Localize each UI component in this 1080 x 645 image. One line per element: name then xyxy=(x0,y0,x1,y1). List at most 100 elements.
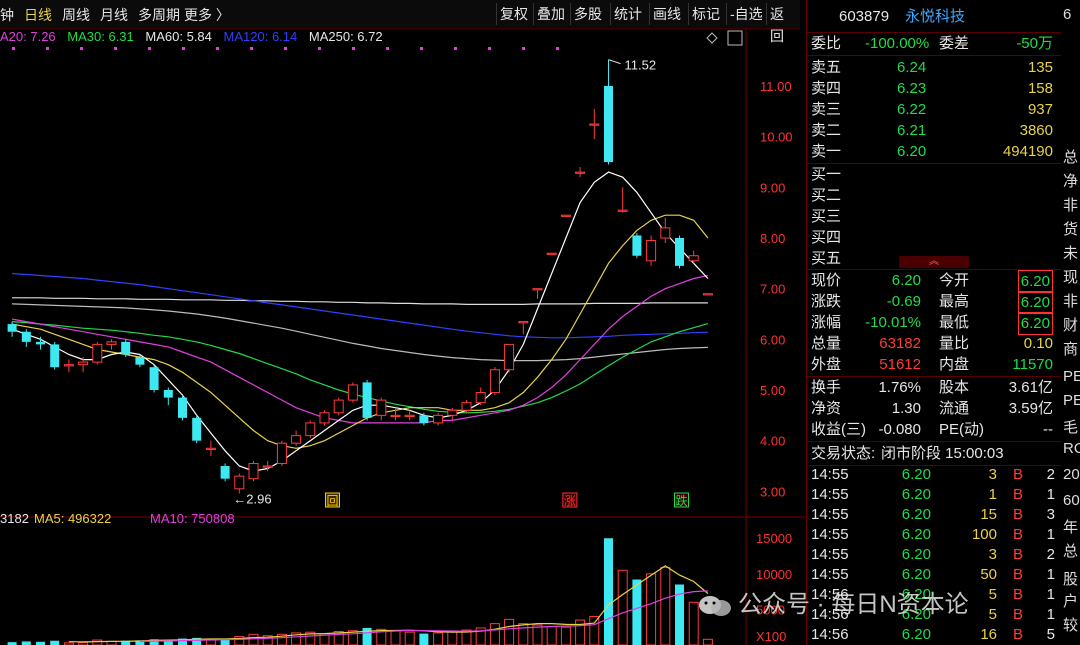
ask-row: 卖四 6.23 158 xyxy=(807,78,1061,99)
candle-body xyxy=(390,414,401,418)
volume-bar xyxy=(419,633,429,645)
ask-price[interactable]: 6.23 xyxy=(897,78,926,99)
ask-row: 卖二 6.21 3860 xyxy=(807,120,1061,141)
ask-price[interactable]: 6.21 xyxy=(897,120,926,141)
tick-price: 6.20 xyxy=(901,466,931,483)
high-marker-line xyxy=(608,59,621,65)
trade-status-label: 交易状态: xyxy=(811,445,876,462)
more-menu[interactable]: 更多 〉 xyxy=(184,5,230,25)
quote-label: 内盘 xyxy=(939,356,970,373)
stock-header: 603879 永悦科技 xyxy=(807,6,1061,27)
far-right-label: 货 xyxy=(1063,221,1079,238)
fundamental-row: 收益(三) -0.080 PE(动) -- xyxy=(807,419,1061,440)
mark-button[interactable]: 标记 xyxy=(688,3,723,25)
quote-value: 6.20 xyxy=(1017,291,1053,314)
event-dot xyxy=(522,47,525,50)
tick-count: 5 xyxy=(1046,626,1055,643)
weibi-value: -100.00% xyxy=(865,35,930,52)
far-right-label: PE xyxy=(1063,392,1080,409)
tick-row: 14:55 6.20 50 B 1 xyxy=(807,565,1061,585)
period-month-tab[interactable]: 月线 xyxy=(100,5,128,25)
quote-row: 涨幅 -10.01% 最低 6.20 xyxy=(807,312,1061,335)
far-right-label: RO xyxy=(1063,440,1080,457)
diamond-icon xyxy=(706,32,718,44)
candle-body xyxy=(36,341,45,345)
far-right-label: 20 xyxy=(1063,466,1080,483)
panel-divider xyxy=(807,55,1061,56)
event-dot xyxy=(556,47,559,50)
tick-side: B xyxy=(1012,546,1023,563)
stock-code: 603879 xyxy=(839,8,890,25)
candle-body xyxy=(518,321,529,324)
volume-tick-label: X100 xyxy=(756,629,786,644)
ask-row: 卖五 6.24 135 xyxy=(807,57,1061,78)
trade-status-value: 闭市阶段 15:00:03 xyxy=(881,445,1004,462)
weibi-label: 委比 xyxy=(811,35,842,52)
far-right-label: 现 xyxy=(1063,269,1079,286)
tick-side: B xyxy=(1012,606,1023,623)
ask-price[interactable]: 6.20 xyxy=(897,141,926,162)
volume-bar xyxy=(604,538,613,645)
tick-side: B xyxy=(1012,466,1023,483)
back-button[interactable]: 返回 xyxy=(766,3,800,44)
tick-time: 14:55 xyxy=(811,486,849,503)
candle-body xyxy=(461,402,472,411)
event-dot xyxy=(182,47,185,50)
candle-body xyxy=(433,414,444,424)
overlay-button[interactable]: 叠加 xyxy=(533,3,568,25)
quote-label: 最低 xyxy=(939,314,970,331)
tick-price: 6.20 xyxy=(901,486,931,503)
candle-body xyxy=(121,341,131,355)
candle-body xyxy=(234,475,245,490)
tick-count: 2 xyxy=(1046,466,1055,483)
period-day-tab[interactable]: 日线 xyxy=(24,5,52,25)
signal-marker: 涨 xyxy=(564,493,576,508)
tick-count: 1 xyxy=(1046,526,1055,543)
tick-volume: 1 xyxy=(988,486,997,503)
tick-row: 14:55 6.20 1 B 1 xyxy=(807,485,1061,505)
volume-tick-label: 15000 xyxy=(756,531,792,546)
draw-line-button[interactable]: 画线 xyxy=(649,3,684,25)
event-dot xyxy=(216,47,219,50)
price-tick-label: 4.00 xyxy=(760,434,785,449)
far-right-label: 毛 xyxy=(1063,419,1079,436)
collapse-button[interactable]: ︽ xyxy=(899,256,969,268)
remove-watchlist-button[interactable]: -自选 xyxy=(726,3,766,25)
fundamental-row: 换手 1.76% 股本 3.61亿 xyxy=(807,377,1061,398)
candle-body xyxy=(589,123,600,126)
quote-value: 63182 xyxy=(879,335,921,352)
period-week-tab[interactable]: 周线 xyxy=(62,5,90,25)
bid-label: 买一 xyxy=(811,166,842,183)
tick-price: 6.20 xyxy=(901,506,931,523)
volume-value: 3182 xyxy=(0,511,29,526)
price-tick-label: 6.00 xyxy=(760,332,785,347)
quote-label: 总量 xyxy=(811,335,842,352)
ask-price[interactable]: 6.24 xyxy=(897,57,926,78)
event-dot xyxy=(420,47,423,50)
volume-bar xyxy=(560,626,571,645)
candle-body xyxy=(220,466,230,479)
ma10-line xyxy=(11,214,709,449)
candle-body xyxy=(475,392,486,404)
statistics-button[interactable]: 统计 xyxy=(610,3,645,25)
event-dot xyxy=(318,47,321,50)
kline-chart[interactable]: 11.00 10.00 9.00 8.00 7.00 6.00 5.00 4.00 3.00 11… xyxy=(0,28,805,645)
bid-row: 买三 xyxy=(807,206,1061,227)
tick-volume: 15 xyxy=(980,506,997,523)
wechat-icon xyxy=(698,594,732,618)
far-right-column: 6 总净非货未现非财商 PE PE 毛 RO 20 60 年总股户较 xyxy=(1061,0,1080,645)
candle-body xyxy=(646,240,657,262)
price-tick-label: 9.00 xyxy=(760,180,785,195)
period-minute-tab[interactable]: 钟 xyxy=(0,5,14,25)
ask-price[interactable]: 6.22 xyxy=(897,99,926,120)
quote-label: 外盘 xyxy=(811,356,842,373)
weicha-label: 委差 xyxy=(939,35,970,52)
fuquan-button[interactable]: 复权 xyxy=(496,3,531,25)
signal-marker: 跌 xyxy=(676,493,688,508)
multi-stock-button[interactable]: 多股 xyxy=(570,3,605,25)
ma250-line xyxy=(12,297,708,305)
tick-volume: 16 xyxy=(980,626,997,643)
volume-bar xyxy=(617,569,628,645)
event-dot xyxy=(80,47,83,50)
multi-period-tab[interactable]: 多周期 xyxy=(138,5,180,25)
